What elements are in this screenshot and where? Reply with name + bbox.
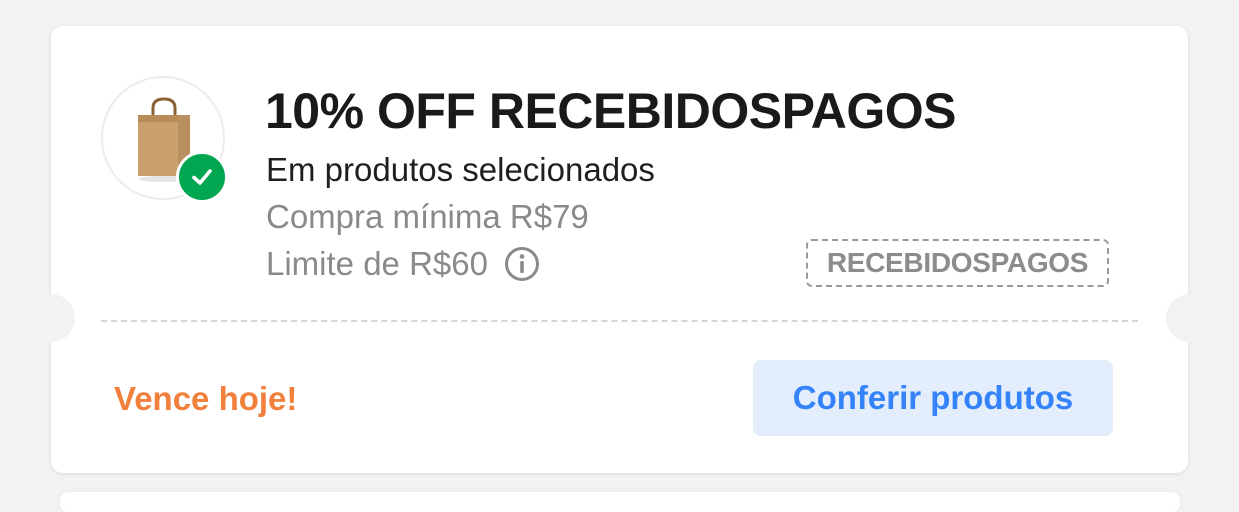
ticket-notch-left [27, 294, 75, 342]
ticket-notch-right [1166, 294, 1214, 342]
limit-row: Limite de R$60 [266, 244, 540, 284]
view-products-button[interactable]: Conferir produtos [753, 360, 1113, 436]
next-coupon-card-edge [60, 492, 1180, 512]
check-icon [176, 151, 228, 203]
coupon-title: 10% OFF RECEBIDOSPAGOS [265, 83, 956, 139]
expiry-label: Vence hoje! [114, 380, 298, 417]
coupon-subtitle: Em produtos selecionados [266, 151, 655, 188]
coupon-code-badge: RECEBIDOSPAGOS [806, 239, 1109, 287]
info-icon[interactable] [504, 246, 540, 282]
limit-text: Limite de R$60 [266, 245, 488, 282]
ticket-divider [101, 320, 1138, 322]
minimum-purchase-text: Compra mínima R$79 [266, 198, 589, 235]
